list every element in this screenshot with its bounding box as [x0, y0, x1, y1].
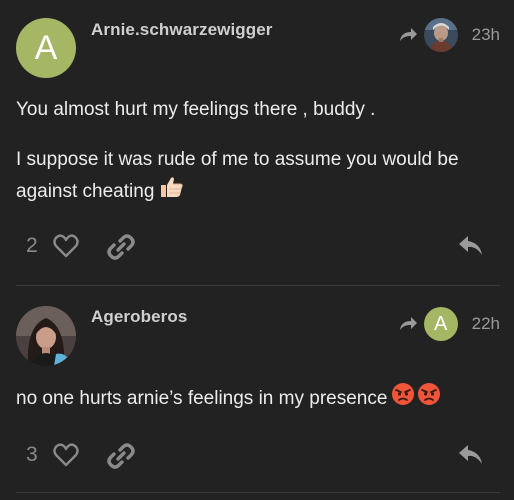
- reply-to-arrow-icon: [398, 27, 418, 43]
- link-icon[interactable]: [106, 233, 136, 266]
- post-divider: [16, 285, 500, 286]
- avatar-letter: A: [433, 312, 448, 335]
- heart-icon[interactable]: [53, 234, 79, 263]
- angry-face-emoji-icon: [391, 382, 441, 416]
- like-count[interactable]: 3: [26, 443, 38, 467]
- reply-to-avatar[interactable]: A: [423, 307, 458, 341]
- post-arnie: A Arnie.schwarzewigger 23h You almost hu…: [0, 0, 514, 286]
- reply-icon[interactable]: [458, 444, 484, 471]
- post-paragraph: I suppose it was rude of me to assume yo…: [16, 145, 506, 209]
- like-count[interactable]: 2: [26, 234, 38, 258]
- post-paragraph: You almost hurt my feelings there , budd…: [16, 99, 376, 120]
- post-paragraph: no one hurts arnie’s feelings in my pres…: [16, 382, 498, 416]
- post-actions: 3: [0, 438, 514, 474]
- reply-icon[interactable]: [458, 235, 484, 262]
- timestamp[interactable]: 23h: [472, 25, 500, 45]
- username[interactable]: Ageroberos: [91, 307, 187, 327]
- heart-icon[interactable]: [53, 443, 79, 472]
- username[interactable]: Arnie.schwarzewigger: [91, 20, 273, 40]
- paragraph-text: no one hurts arnie’s feelings in my pres…: [16, 388, 388, 410]
- post-actions: 2: [0, 229, 514, 265]
- reply-to-avatar[interactable]: [423, 18, 458, 52]
- paragraph-text: I suppose it was rude of me to assume yo…: [16, 149, 459, 203]
- post-divider: [16, 492, 500, 493]
- link-icon[interactable]: [106, 442, 136, 475]
- avatar[interactable]: [16, 306, 76, 366]
- post-ageroberos: Ageroberos A 22h no one hurts arnie’s fe…: [0, 287, 514, 500]
- reply-to-arrow-icon: [398, 316, 418, 332]
- avatar-letter: A: [34, 28, 58, 67]
- avatar[interactable]: A: [16, 18, 76, 78]
- timestamp[interactable]: 22h: [472, 314, 500, 334]
- post-meta: A 22h: [398, 307, 500, 341]
- thumbs-up-emoji-icon: [158, 175, 184, 209]
- post-meta: 23h: [398, 18, 500, 52]
